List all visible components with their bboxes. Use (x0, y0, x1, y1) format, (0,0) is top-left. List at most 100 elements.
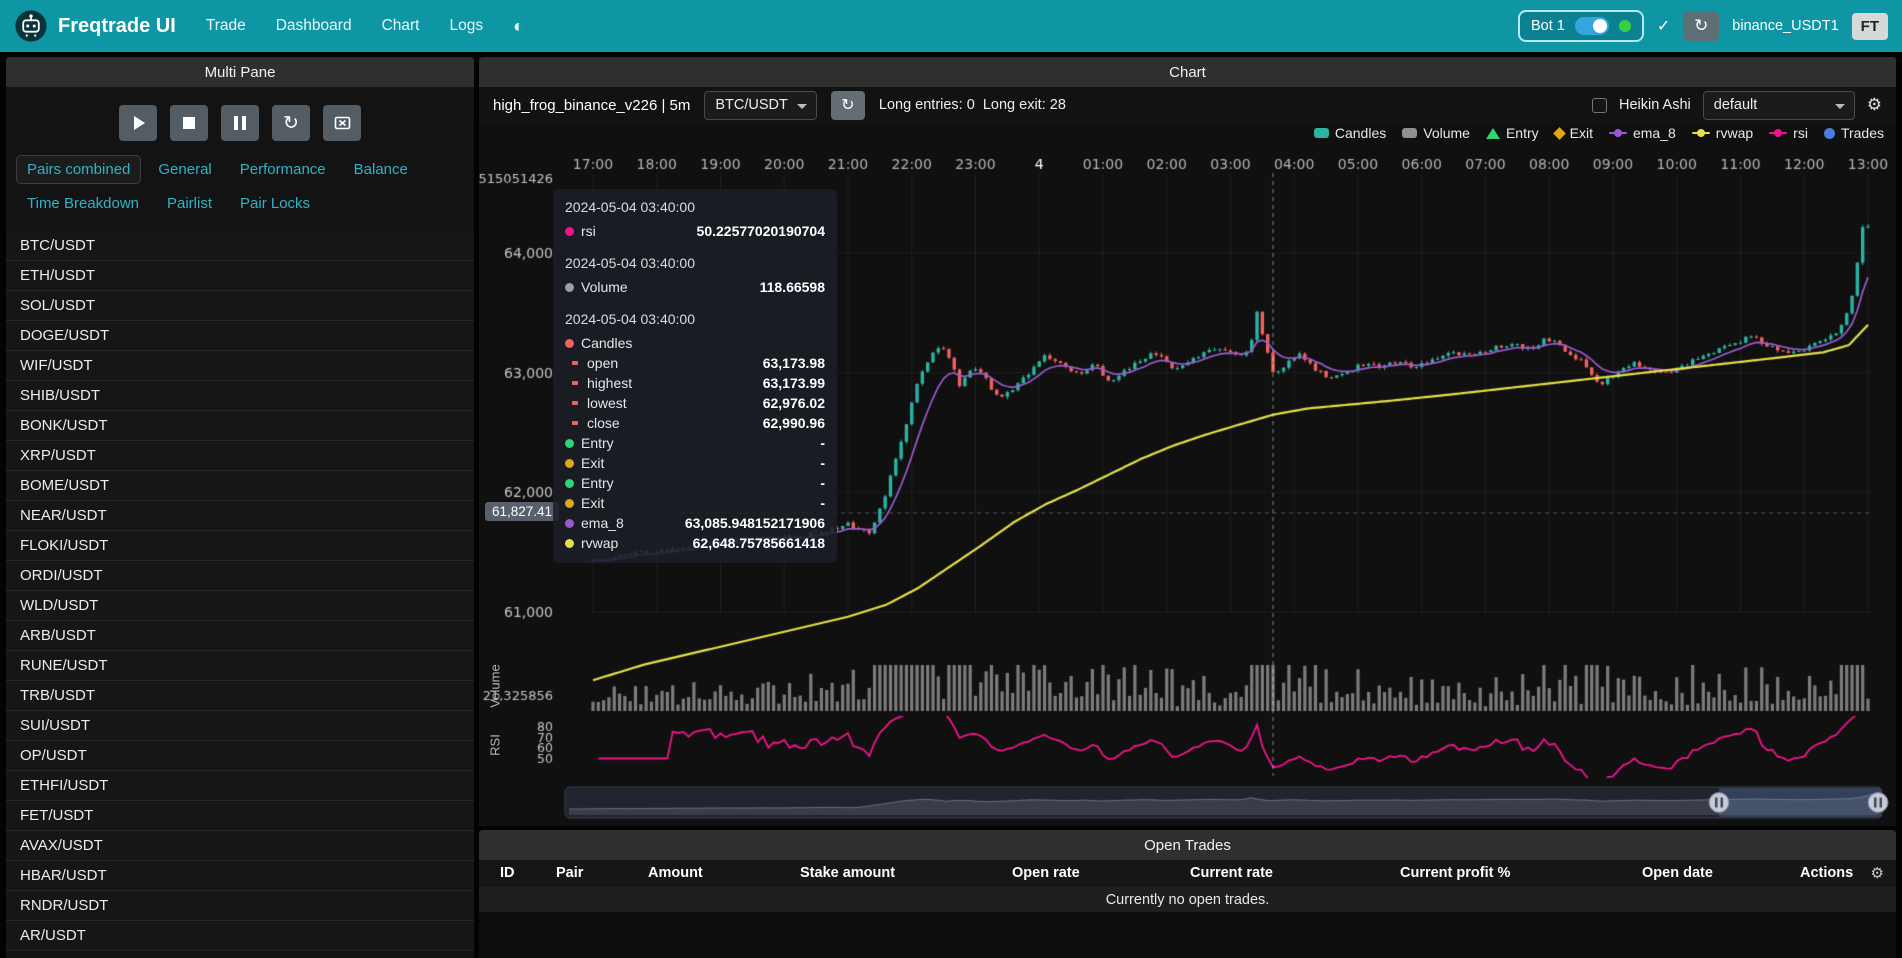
pair-list: BTC/USDTETH/USDTSOL/USDTDOGE/USDTWIF/USD… (6, 231, 474, 951)
pair-row-bonk[interactable]: BONK/USDT (6, 411, 474, 441)
legend-volume[interactable]: Volume (1402, 125, 1470, 141)
legend-rvwap[interactable]: rvwap (1692, 125, 1753, 141)
pair-row-hbar[interactable]: HBAR/USDT (6, 861, 474, 891)
legend-ema_8[interactable]: ema_8 (1609, 125, 1676, 141)
chart-close-icon (334, 115, 351, 132)
nav-link-chart[interactable]: Chart (382, 17, 420, 35)
pair-row-ordi[interactable]: ORDI/USDT (6, 561, 474, 591)
column-header-id: ID (500, 865, 515, 881)
pair-row-btc[interactable]: BTC/USDT (6, 231, 474, 261)
tooltip-row-rsi: rsi50.22577020190704 (565, 221, 825, 241)
nav-link-dashboard[interactable]: Dashboard (276, 17, 352, 35)
legend-trades[interactable]: Trades (1824, 125, 1884, 141)
nav-link-logs[interactable]: Logs (449, 17, 483, 35)
pair-row-wld[interactable]: WLD/USDT (6, 591, 474, 621)
tab-balance[interactable]: Balance (343, 155, 419, 184)
bot-online-status-icon (1619, 20, 1631, 32)
legend-rsi[interactable]: rsi (1769, 125, 1808, 141)
exchange-account-label: binance_USDT1 (1732, 18, 1838, 34)
legend-entry[interactable]: Entry (1486, 125, 1539, 141)
table-settings-gear-icon[interactable]: ⚙ (1871, 864, 1884, 882)
pair-row-xrp[interactable]: XRP/USDT (6, 441, 474, 471)
pair-row-sui[interactable]: SUI/USDT (6, 711, 474, 741)
pause-bot-button[interactable] (221, 105, 259, 141)
heikin-ashi-label: Heikin Ashi (1619, 97, 1691, 113)
tooltip-label: Entry (581, 435, 614, 451)
tooltip-row-highest: highest63,173.99 (565, 373, 825, 393)
tooltip-row-exit: Exit - (565, 453, 825, 473)
pair-row-avax[interactable]: AVAX/USDT (6, 831, 474, 861)
axis-pointer-price-label: 61,827.41 (485, 502, 559, 521)
tab-pairs-combined[interactable]: Pairs combined (16, 155, 141, 184)
theme-toggle-icon[interactable]: ◐ (513, 16, 524, 37)
tooltip-label: Volume (581, 279, 628, 295)
chart-refresh-button[interactable]: ↻ (831, 91, 865, 120)
column-header-stake-amount: Stake amount (800, 865, 895, 881)
user-avatar[interactable]: FT (1852, 13, 1888, 40)
chart-panel: Chart high_frog_binance_v226 | 5m BTC/US… (479, 57, 1896, 826)
pair-row-op[interactable]: OP/USDT (6, 741, 474, 771)
refresh-icon: ↻ (841, 95, 854, 115)
pair-row-ethfi[interactable]: ETHFI/USDT (6, 771, 474, 801)
global-refresh-button[interactable]: ↻ (1683, 11, 1719, 41)
pair-row-eth[interactable]: ETH/USDT (6, 261, 474, 291)
tooltip-label: Exit (581, 495, 604, 511)
tooltip-value: - (820, 455, 825, 471)
pair-select[interactable]: BTC/USDT (704, 91, 817, 120)
tab-pairlist[interactable]: Pairlist (156, 189, 223, 218)
column-header-open-date: Open date (1642, 865, 1713, 881)
tooltip-value: 62,976.02 (763, 395, 825, 411)
pair-row-floki[interactable]: FLOKI/USDT (6, 531, 474, 561)
pair-row-doge[interactable]: DOGE/USDT (6, 321, 474, 351)
tooltip-label: rvwap (581, 535, 618, 551)
entry-marker-icon (1486, 128, 1500, 139)
bot-toggle[interactable] (1575, 17, 1609, 35)
refresh-icon: ↻ (1694, 16, 1708, 36)
nav-link-trade[interactable]: Trade (206, 17, 246, 35)
multi-pane-tabs: Pairs combinedGeneralPerformanceBalance T… (6, 141, 474, 226)
pair-row-wif[interactable]: WIF/USDT (6, 351, 474, 381)
open-trades-header: Open Trades (479, 830, 1896, 860)
tooltip-value: - (820, 495, 825, 511)
freqtrade-brand[interactable]: Freqtrade UI (14, 9, 176, 43)
tab-general[interactable]: General (147, 155, 222, 184)
pause-icon (234, 116, 246, 130)
open-trades-panel: Open Trades ⚙ IDPairAmountStake amountOp… (479, 830, 1896, 958)
pair-row-arb[interactable]: ARB/USDT (6, 621, 474, 651)
navbar-right: Bot 1 ✓ ↻ binance_USDT1 FT (1518, 10, 1888, 42)
tooltip-label: lowest (587, 395, 627, 411)
chart-tooltip: 2024-05-04 03:40:00rsi50.225770201907042… (553, 189, 837, 563)
start-bot-button[interactable] (119, 105, 157, 141)
chart-toolbar-right: Heikin Ashi default ⚙ (1592, 91, 1882, 120)
pair-row-trb[interactable]: TRB/USDT (6, 681, 474, 711)
candles-marker-icon (1314, 128, 1329, 138)
tooltip-label: Exit (581, 455, 604, 471)
pair-row-rndr[interactable]: RNDR/USDT (6, 891, 474, 921)
pair-row-ar[interactable]: AR/USDT (6, 921, 474, 951)
tooltip-group: 2024-05-04 03:40:00Volume118.66598 (565, 255, 825, 297)
tooltip-timestamp: 2024-05-04 03:40:00 (565, 255, 825, 271)
pair-row-rune[interactable]: RUNE/USDT (6, 651, 474, 681)
bot-selector[interactable]: Bot 1 (1518, 10, 1644, 42)
tooltip-label: ema_8 (581, 515, 624, 531)
legend-exit[interactable]: Exit (1555, 125, 1593, 141)
plot-config-select[interactable]: default (1703, 91, 1855, 120)
tooltip-row-open: open63,173.98 (565, 353, 825, 373)
stop-bot-button[interactable] (170, 105, 208, 141)
tab-pair-locks[interactable]: Pair Locks (229, 189, 321, 218)
pair-row-fet[interactable]: FET/USDT (6, 801, 474, 831)
clear-chart-button[interactable] (323, 105, 361, 141)
pair-row-bome[interactable]: BOME/USDT (6, 471, 474, 501)
column-header-current-profit-: Current profit % (1400, 865, 1510, 881)
reload-config-button[interactable]: ↻ (272, 105, 310, 141)
heikin-ashi-checkbox[interactable] (1592, 98, 1607, 113)
brand-title: Freqtrade UI (58, 15, 176, 38)
pair-row-shib[interactable]: SHIB/USDT (6, 381, 474, 411)
tooltip-label: Candles (581, 335, 632, 351)
plot-settings-gear-icon[interactable]: ⚙ (1867, 95, 1882, 115)
pair-row-sol[interactable]: SOL/USDT (6, 291, 474, 321)
tab-time-breakdown[interactable]: Time Breakdown (16, 189, 150, 218)
legend-candles[interactable]: Candles (1314, 125, 1386, 141)
tab-performance[interactable]: Performance (229, 155, 337, 184)
pair-row-near[interactable]: NEAR/USDT (6, 501, 474, 531)
